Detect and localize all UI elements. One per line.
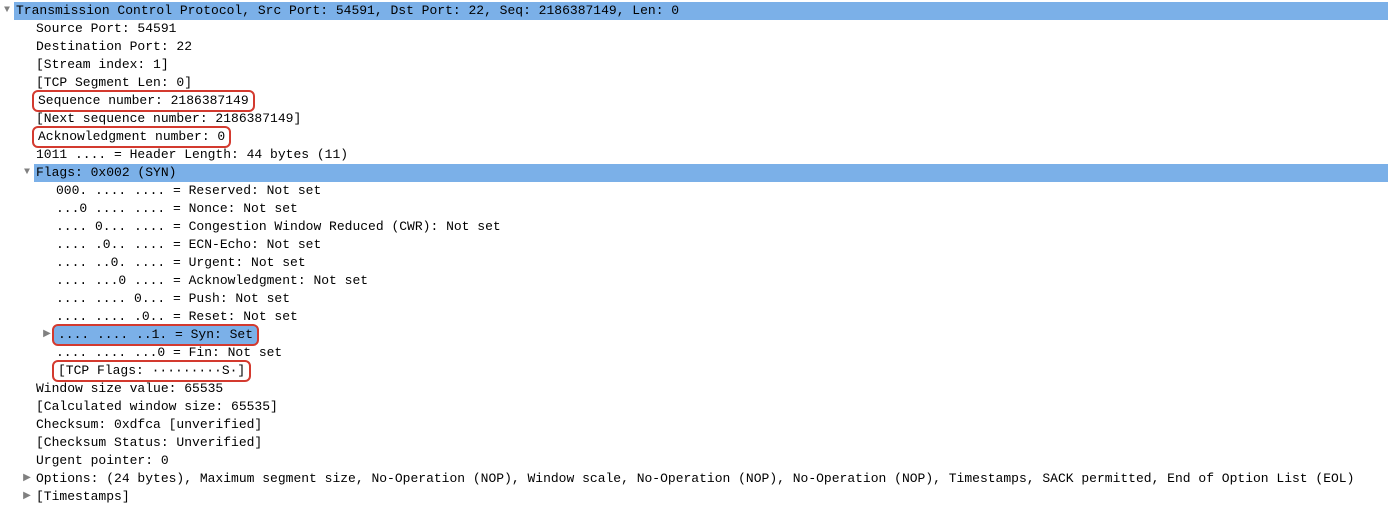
flag-psh-row[interactable]: .... .... 0... = Push: Not set xyxy=(0,290,1388,308)
options-row[interactable]: ▶ Options: (24 bytes), Maximum segment s… xyxy=(0,470,1388,488)
tcp-header-text: Transmission Control Protocol, Src Port:… xyxy=(14,2,1388,20)
stream-index-row[interactable]: [Stream index: 1] xyxy=(0,56,1388,74)
options-text: Options: (24 bytes), Maximum segment siz… xyxy=(34,470,1356,488)
flag-cwr-row[interactable]: .... 0... .... = Congestion Window Reduc… xyxy=(0,218,1388,236)
ack-number-text: Acknowledgment number: 0 xyxy=(32,126,231,148)
flags-header-row[interactable]: ▼ Flags: 0x002 (SYN) xyxy=(0,164,1388,182)
window-size-text: Window size value: 65535 xyxy=(34,380,225,398)
sequence-number-text: Sequence number: 2186387149 xyxy=(32,90,255,112)
flag-psh-text: .... .... 0... = Push: Not set xyxy=(54,290,292,308)
flag-reserved-text: 000. .... .... = Reserved: Not set xyxy=(54,182,323,200)
flag-nonce-text: ...0 .... .... = Nonce: Not set xyxy=(54,200,300,218)
checksum-status-text: [Checksum Status: Unverified] xyxy=(34,434,264,452)
sequence-number-row[interactable]: Sequence number: 2186387149 xyxy=(0,92,1388,110)
urgent-pointer-text: Urgent pointer: 0 xyxy=(34,452,171,470)
urgent-pointer-row[interactable]: Urgent pointer: 0 xyxy=(0,452,1388,470)
ack-number-row[interactable]: Acknowledgment number: 0 xyxy=(0,128,1388,146)
timestamps-row[interactable]: ▶ [Timestamps] xyxy=(0,488,1388,506)
destination-port-text: Destination Port: 22 xyxy=(34,38,194,56)
flag-syn-text: .... .... ..1. = Syn: Set xyxy=(52,324,259,346)
timestamps-text: [Timestamps] xyxy=(34,488,132,506)
window-size-row[interactable]: Window size value: 65535 xyxy=(0,380,1388,398)
flag-ack-row[interactable]: .... ...0 .... = Acknowledgment: Not set xyxy=(0,272,1388,290)
calc-window-row[interactable]: [Calculated window size: 65535] xyxy=(0,398,1388,416)
flag-ecn-row[interactable]: .... .0.. .... = ECN-Echo: Not set xyxy=(0,236,1388,254)
flag-nonce-row[interactable]: ...0 .... .... = Nonce: Not set xyxy=(0,200,1388,218)
flag-ecn-text: .... .0.. .... = ECN-Echo: Not set xyxy=(54,236,323,254)
tcp-header-row[interactable]: ▼ Transmission Control Protocol, Src Por… xyxy=(0,2,1388,20)
flag-reserved-row[interactable]: 000. .... .... = Reserved: Not set xyxy=(0,182,1388,200)
flag-urg-text: .... ..0. .... = Urgent: Not set xyxy=(54,254,308,272)
expand-arrow-down-icon[interactable]: ▼ xyxy=(0,2,14,20)
expand-arrow-down-icon[interactable]: ▼ xyxy=(20,164,34,182)
packet-details-tree: ▼ Transmission Control Protocol, Src Por… xyxy=(0,0,1388,512)
header-length-text: 1011 .... = Header Length: 44 bytes (11) xyxy=(34,146,350,164)
tcp-flags-summary-row[interactable]: [TCP Flags: ·········S·] xyxy=(0,362,1388,380)
calc-window-text: [Calculated window size: 65535] xyxy=(34,398,280,416)
flags-header-text: Flags: 0x002 (SYN) xyxy=(34,164,1388,182)
flag-cwr-text: .... 0... .... = Congestion Window Reduc… xyxy=(54,218,503,236)
checksum-text: Checksum: 0xdfca [unverified] xyxy=(34,416,264,434)
stream-index-text: [Stream index: 1] xyxy=(34,56,171,74)
source-port-row[interactable]: Source Port: 54591 xyxy=(0,20,1388,38)
flag-ack-text: .... ...0 .... = Acknowledgment: Not set xyxy=(54,272,370,290)
tcp-flags-summary-text: [TCP Flags: ·········S·] xyxy=(52,360,251,382)
flag-urg-row[interactable]: .... ..0. .... = Urgent: Not set xyxy=(0,254,1388,272)
expand-arrow-right-icon[interactable]: ▶ xyxy=(20,488,34,506)
header-length-row[interactable]: 1011 .... = Header Length: 44 bytes (11) xyxy=(0,146,1388,164)
destination-port-row[interactable]: Destination Port: 22 xyxy=(0,38,1388,56)
expand-arrow-right-icon[interactable]: ▶ xyxy=(20,470,34,488)
checksum-row[interactable]: Checksum: 0xdfca [unverified] xyxy=(0,416,1388,434)
source-port-text: Source Port: 54591 xyxy=(34,20,178,38)
flag-syn-row[interactable]: ▶ .... .... ..1. = Syn: Set xyxy=(0,326,1388,344)
checksum-status-row[interactable]: [Checksum Status: Unverified] xyxy=(0,434,1388,452)
